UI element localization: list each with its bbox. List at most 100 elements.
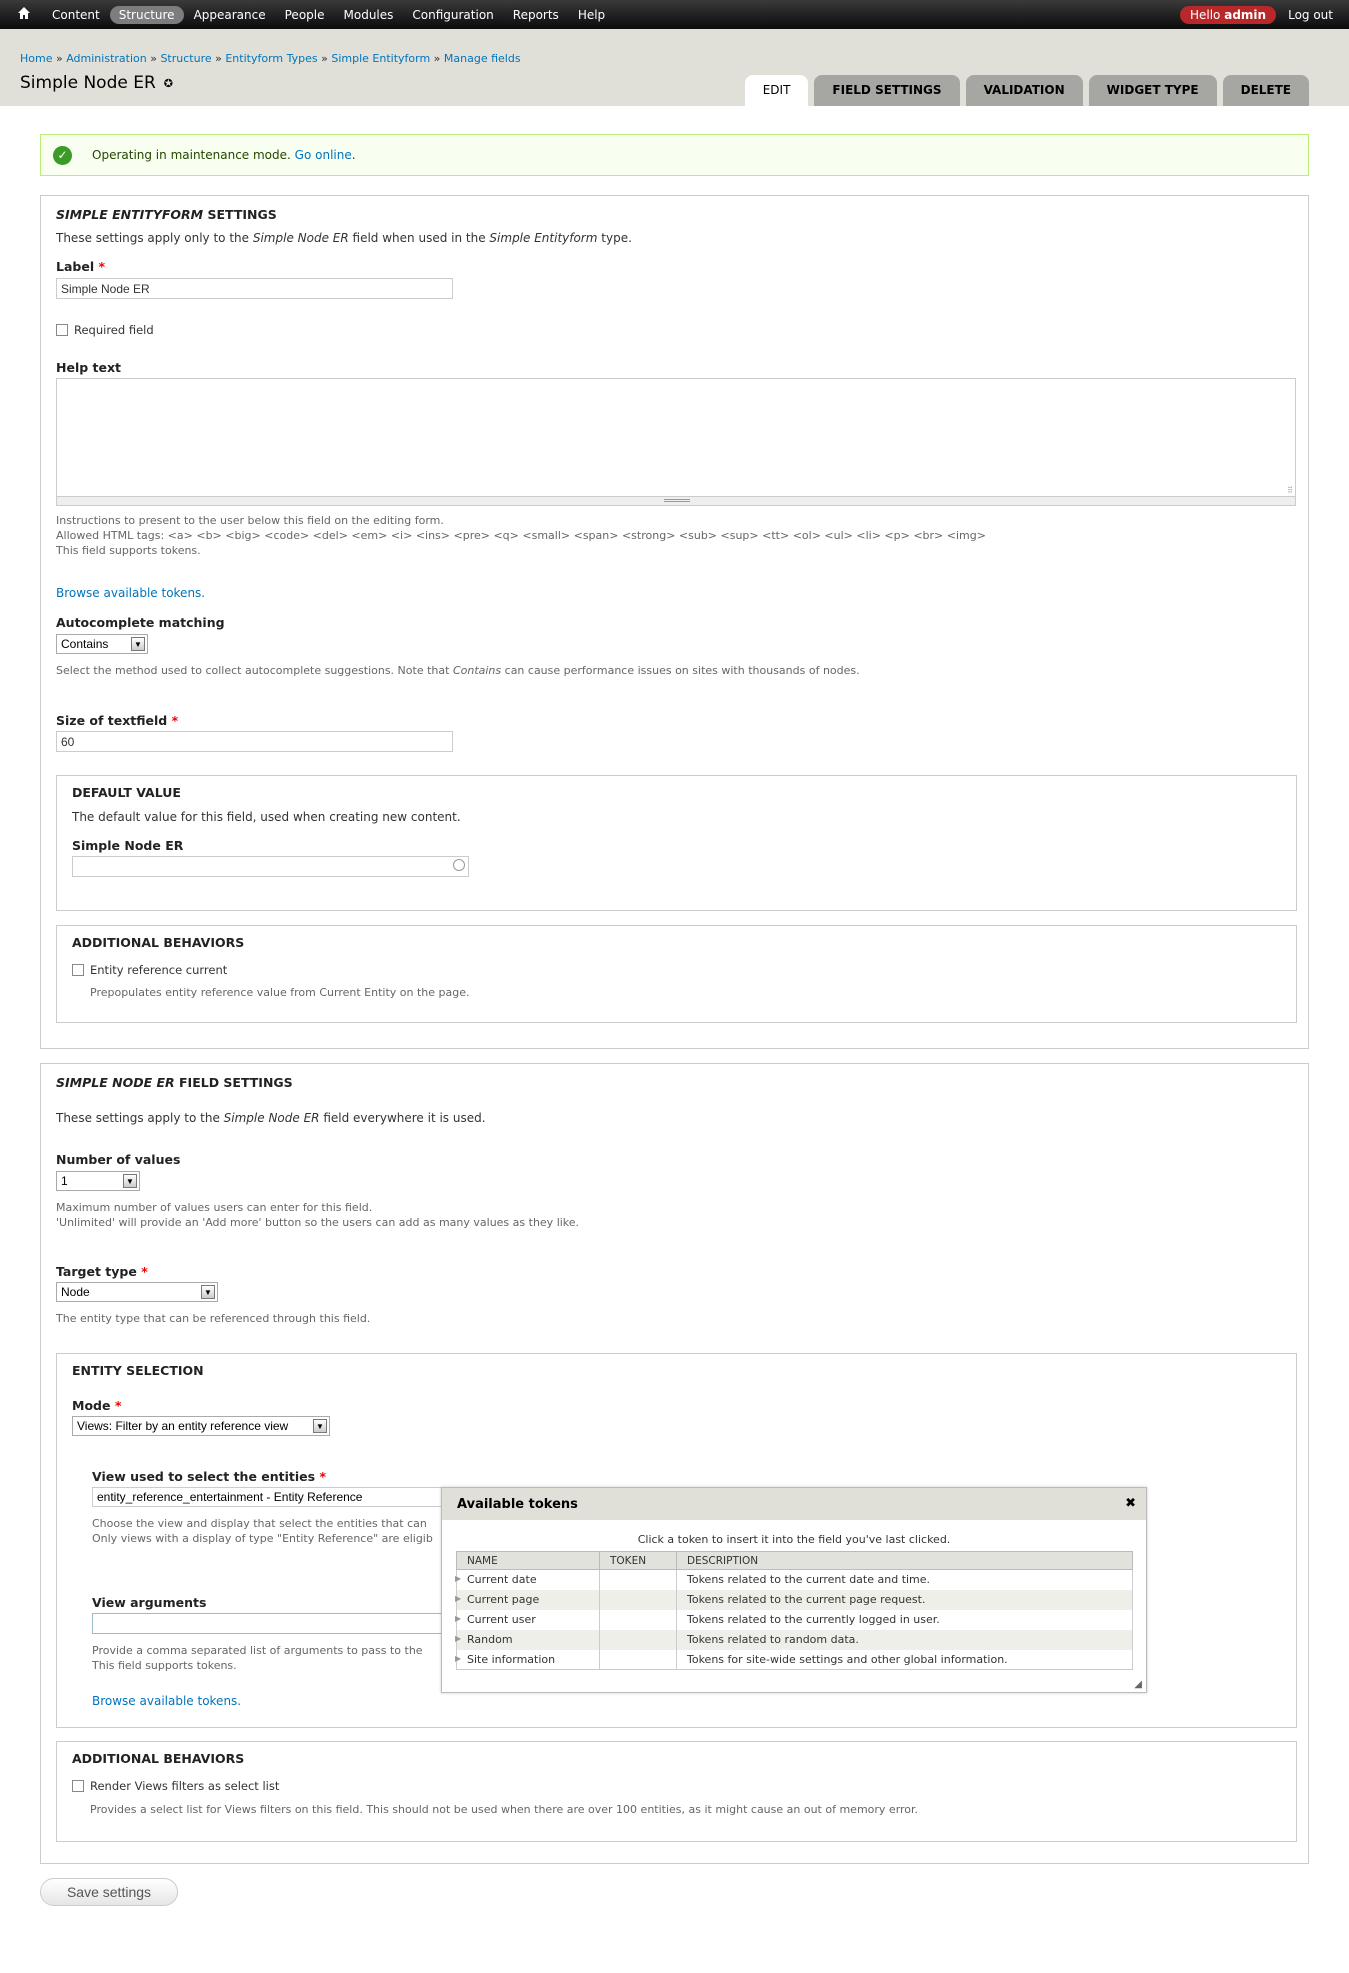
available-tokens-dialog: Available tokens ✖ Click a token to inse… (441, 1487, 1147, 1693)
view-arguments-description: Provide a comma separated list of argume… (92, 1643, 423, 1673)
message-suffix: . (351, 148, 356, 162)
number-of-values-select[interactable]: 1 ▼ (56, 1171, 140, 1191)
required-field-checkbox[interactable] (56, 324, 68, 336)
tokens-table-header: NAME TOKEN DESCRIPTION (456, 1551, 1133, 1570)
breadcrumb-structure[interactable]: Structure (160, 52, 211, 65)
status-message-text: Operating in maintenance mode. Go online… (92, 148, 356, 162)
save-settings-button[interactable]: Save settings (40, 1878, 178, 1906)
token-value (599, 1569, 677, 1590)
toolbar-item-content[interactable]: Content (43, 6, 109, 24)
additional-behaviors-legend-2: ADDITIONAL BEHAVIORS (72, 1751, 245, 1766)
browse-tokens-link-2[interactable]: Browse available tokens. (92, 1694, 241, 1708)
token-description: Tokens for site-wide settings and other … (676, 1649, 1133, 1670)
view-description: Choose the view and display that select … (92, 1516, 433, 1546)
autocomplete-description: Select the method used to collect autoco… (56, 663, 860, 678)
field-intro-field: Simple Node ER (223, 1111, 320, 1125)
tab-validation[interactable]: VALIDATION (965, 75, 1083, 106)
label-input[interactable] (56, 278, 453, 299)
autocomplete-desc-pre: Select the method used to collect autoco… (56, 664, 450, 677)
intro-post: type. (601, 231, 632, 245)
target-type-value: Node (61, 1285, 90, 1299)
default-field-label: Simple Node ER (72, 838, 184, 853)
mode-label-text: Mode (72, 1398, 111, 1413)
tab-widget-type[interactable]: WIDGET TYPE (1088, 75, 1217, 106)
token-name[interactable]: Site information (456, 1649, 600, 1670)
args-desc-2: This field supports tokens. (92, 1659, 237, 1672)
toolbar-item-people[interactable]: People (276, 6, 334, 24)
autocomplete-label: Autocomplete matching (56, 615, 225, 630)
intro-type: Simple Entityform (489, 231, 598, 245)
resize-handle-icon[interactable]: ◢ (1134, 1679, 1142, 1690)
logout-link[interactable]: Log out (1288, 8, 1333, 22)
entity-reference-current-checkbox[interactable] (72, 964, 84, 976)
autocomplete-select[interactable]: Contains ▼ (56, 634, 148, 654)
render-views-filters-label: Render Views filters as select list (90, 1779, 280, 1793)
token-name[interactable]: Random (456, 1629, 600, 1650)
breadcrumb-simple-entityform[interactable]: Simple Entityform (331, 52, 430, 65)
hello-user-badge[interactable]: Hello admin (1179, 5, 1277, 24)
target-type-select[interactable]: Node ▼ (56, 1282, 218, 1302)
token-name[interactable]: Current user (456, 1609, 600, 1630)
admin-toolbar: Content Structure Appearance People Modu… (0, 0, 1349, 29)
home-icon[interactable] (17, 6, 31, 20)
target-type-label: Target type * (56, 1264, 148, 1279)
resize-handle-icon[interactable]: ⠿ (1287, 486, 1293, 495)
close-icon[interactable]: ✖ (1125, 1496, 1136, 1511)
mode-select[interactable]: Views: Filter by an entity reference vie… (72, 1416, 330, 1436)
check-icon: ✓ (53, 145, 72, 165)
field-intro: These settings apply to the Simple Node … (56, 1111, 486, 1125)
token-name[interactable]: Current page (456, 1589, 600, 1610)
intro-field: Simple Node ER (252, 231, 349, 245)
entity-reference-current-description: Prepopulates entity reference value from… (90, 986, 470, 999)
toolbar-item-structure[interactable]: Structure (109, 5, 184, 24)
breadcrumb: Home » Administration » Structure » Enti… (20, 52, 521, 65)
view-label: View used to select the entities * (92, 1469, 326, 1484)
view-select[interactable]: entity_reference_entertainment - Entity … (92, 1487, 452, 1507)
default-value-legend: DEFAULT VALUE (72, 785, 181, 800)
number-of-values-description: Maximum number of values users can enter… (56, 1200, 579, 1230)
target-type-label-text: Target type (56, 1264, 137, 1279)
default-value-fieldset: DEFAULT VALUE The default value for this… (56, 775, 1297, 911)
tabs: EDIT FIELD SETTINGS VALIDATION WIDGET TY… (744, 75, 1309, 106)
token-value (599, 1629, 677, 1650)
browse-tokens-link[interactable]: Browse available tokens. (56, 586, 205, 600)
table-row[interactable]: Current date Tokens related to the curre… (456, 1569, 1133, 1590)
table-row[interactable]: Current page Tokens related to the curre… (456, 1589, 1133, 1610)
breadcrumb-home[interactable]: Home (20, 52, 52, 65)
additional-behaviors-fieldset: ADDITIONAL BEHAVIORS Entity reference cu… (56, 925, 1297, 1023)
dialog-title: Available tokens (457, 1497, 578, 1512)
help-text-description: Instructions to present to the user belo… (56, 513, 986, 558)
tab-field-settings[interactable]: FIELD SETTINGS (814, 75, 960, 106)
breadcrumb-administration[interactable]: Administration (66, 52, 147, 65)
legend-rest: SETTINGS (207, 207, 277, 222)
view-arguments-input[interactable] (92, 1613, 452, 1634)
table-row[interactable]: Site information Tokens for site-wide se… (456, 1649, 1133, 1670)
breadcrumb-manage-fields[interactable]: Manage fields (444, 52, 521, 65)
instance-settings-fieldset: SIMPLE ENTITYFORM SETTINGS These setting… (40, 195, 1309, 1049)
toolbar-item-reports[interactable]: Reports (504, 6, 568, 24)
gear-icon[interactable]: ✪ (164, 77, 173, 90)
column-header-token: TOKEN (599, 1551, 677, 1570)
textarea-grippie[interactable] (57, 496, 1295, 505)
autocomplete-desc-em: Contains (452, 664, 502, 677)
toolbar-item-help[interactable]: Help (569, 6, 614, 24)
breadcrumb-entityform-types[interactable]: Entityform Types (225, 52, 317, 65)
view-desc-2: Only views with a display of type "Entit… (92, 1532, 433, 1545)
toolbar-menu: Content Structure Appearance People Modu… (43, 0, 615, 29)
status-message: ✓ Operating in maintenance mode. Go onli… (40, 134, 1309, 176)
toolbar-item-modules[interactable]: Modules (335, 6, 403, 24)
toolbar-item-appearance[interactable]: Appearance (185, 6, 275, 24)
tab-edit[interactable]: EDIT (744, 75, 809, 106)
token-name[interactable]: Current date (456, 1569, 600, 1590)
toolbar-item-configuration[interactable]: Configuration (403, 6, 502, 24)
default-value-autocomplete[interactable] (72, 856, 469, 877)
view-value: entity_reference_entertainment - Entity … (97, 1490, 363, 1504)
table-row[interactable]: Current user Tokens related to the curre… (456, 1609, 1133, 1630)
page-title: Simple Node ER ✪ (20, 73, 173, 93)
size-input[interactable] (56, 731, 453, 752)
render-views-filters-checkbox[interactable] (72, 1780, 84, 1792)
go-online-link[interactable]: Go online (295, 148, 352, 162)
table-row[interactable]: Random Tokens related to random data. (456, 1629, 1133, 1650)
help-text-textarea[interactable]: ⠿ (56, 378, 1296, 506)
tab-delete[interactable]: DELETE (1222, 75, 1309, 106)
